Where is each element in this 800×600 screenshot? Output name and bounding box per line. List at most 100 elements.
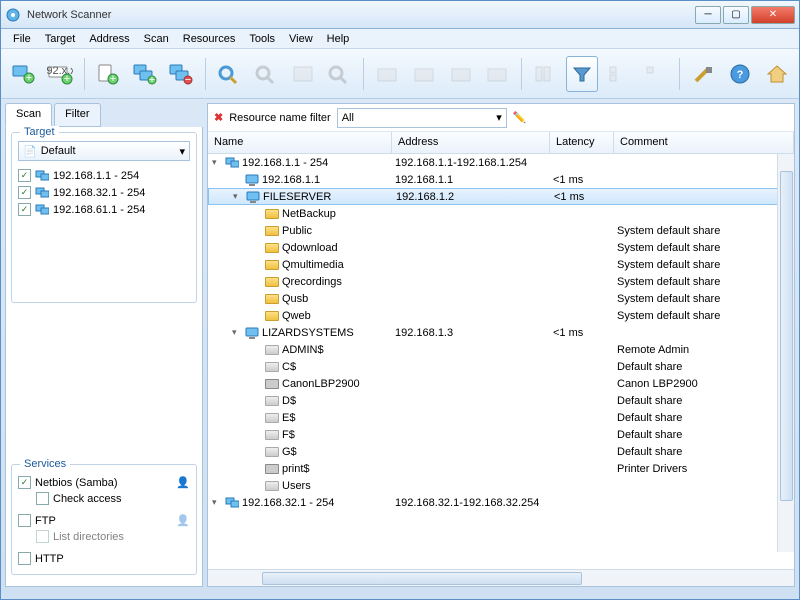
add-computers-button[interactable]: +	[128, 56, 161, 92]
remove-computers-button[interactable]: −	[165, 56, 198, 92]
minimize-button[interactable]: ─	[695, 6, 721, 24]
stop-scan-button[interactable]	[323, 56, 356, 92]
menu-address[interactable]: Address	[83, 31, 135, 47]
tree-row[interactable]: QusbSystem default share	[208, 290, 794, 307]
range-label: 192.168.61.1 - 254	[53, 204, 145, 216]
svg-text:+: +	[148, 74, 154, 85]
menu-resources[interactable]: Resources	[177, 31, 242, 47]
node-comment: Default share	[614, 429, 794, 441]
tree-row[interactable]: QdownloadSystem default share	[208, 239, 794, 256]
node-comment: Printer Drivers	[614, 463, 794, 475]
import-list-button[interactable]: +	[92, 56, 125, 92]
tree-row[interactable]: CanonLBP2900Canon LBP2900	[208, 375, 794, 392]
tree-row[interactable]: ADMIN$Remote Admin	[208, 341, 794, 358]
ftp-checkbox[interactable]	[18, 514, 31, 527]
node-name: print$	[282, 463, 310, 475]
explore-button[interactable]	[408, 56, 441, 92]
tab-scan[interactable]: Scan	[5, 103, 52, 127]
tree-row[interactable]: NetBackup	[208, 205, 794, 222]
add-range-button[interactable]: 192.x.x+	[44, 56, 77, 92]
pause-scan-button[interactable]	[250, 56, 283, 92]
menu-target[interactable]: Target	[39, 31, 82, 47]
tree-row[interactable]: ▾192.168.1.1 - 254192.168.1.1-192.168.1.…	[208, 154, 794, 171]
vertical-scrollbar[interactable]	[777, 154, 794, 552]
tree-row[interactable]: print$ Printer Drivers	[208, 460, 794, 477]
filter-combo[interactable]: All ▾	[337, 108, 507, 128]
mount-button[interactable]	[444, 56, 477, 92]
menu-scan[interactable]: Scan	[138, 31, 175, 47]
add-target-button[interactable]: +	[7, 56, 40, 92]
filter-label: Resource name filter	[229, 112, 331, 124]
ftp-settings-icon[interactable]: 👤	[176, 514, 190, 527]
tab-filter[interactable]: Filter	[54, 103, 100, 127]
netbios-checkbox[interactable]: ✓	[18, 476, 31, 489]
netbios-settings-icon[interactable]: 👤	[176, 476, 190, 489]
tree-row[interactable]: ▾FILESERVER192.168.1.2<1 ms	[208, 188, 794, 205]
expand-button[interactable]	[602, 56, 635, 92]
tree-row[interactable]: Users	[208, 477, 794, 494]
columns-button[interactable]	[529, 56, 562, 92]
target-range-item[interactable]: ✓192.168.1.1 - 254	[18, 167, 190, 184]
tree-row[interactable]: G$Default share	[208, 443, 794, 460]
help-button[interactable]: ?	[724, 56, 757, 92]
node-name: Qusb	[282, 293, 308, 305]
target-group-label: Target	[20, 126, 59, 138]
check-access-checkbox[interactable]	[36, 492, 49, 505]
target-range-item[interactable]: ✓ 192.168.61.1 - 254	[18, 201, 190, 218]
computers-icon	[35, 204, 49, 216]
tree-row[interactable]: E$Default share	[208, 409, 794, 426]
tree-row[interactable]: 192.168.1.1192.168.1.1<1 ms	[208, 171, 794, 188]
tree-row[interactable]: ▾192.168.32.1 - 254192.168.32.1-192.168.…	[208, 494, 794, 511]
expander-icon[interactable]: ▾	[212, 497, 222, 508]
expander-icon[interactable]: ▾	[212, 157, 222, 168]
col-address[interactable]: Address	[392, 132, 550, 153]
rescan-button[interactable]	[286, 56, 319, 92]
tree-row[interactable]: F$ Default share	[208, 426, 794, 443]
target-profile-combo[interactable]: 📄Default ▾	[18, 141, 190, 161]
menu-file[interactable]: File	[7, 31, 37, 47]
node-name: F$	[282, 429, 295, 441]
maximize-button[interactable]: ▢	[723, 6, 749, 24]
tree-row[interactable]: PublicSystem default share	[208, 222, 794, 239]
node-latency: <1 ms	[550, 174, 614, 186]
collapse-button[interactable]	[639, 56, 672, 92]
menu-help[interactable]: Help	[321, 31, 356, 47]
range-checkbox[interactable]: ✓	[18, 186, 31, 199]
menu-view[interactable]: View	[283, 31, 319, 47]
tree-row[interactable]: QwebSystem default share	[208, 307, 794, 324]
range-checkbox[interactable]: ✓	[18, 169, 31, 182]
close-button[interactable]: ✕	[751, 6, 795, 24]
tree-row[interactable]: D$Default share	[208, 392, 794, 409]
list-dirs-checkbox[interactable]	[36, 530, 49, 543]
edit-filter-icon[interactable]: ✏️	[513, 111, 527, 124]
expander-icon[interactable]: ▾	[233, 191, 243, 202]
settings-button[interactable]	[687, 56, 720, 92]
start-scan-button[interactable]	[213, 56, 246, 92]
clear-filter-icon[interactable]: ✖	[214, 111, 223, 124]
range-label: 192.168.32.1 - 254	[53, 187, 145, 199]
menubar: File Target Address Scan Resources Tools…	[1, 29, 799, 49]
col-name[interactable]: Name	[208, 132, 392, 153]
col-latency[interactable]: Latency	[550, 132, 614, 153]
computers-icon	[35, 170, 49, 182]
expander-icon[interactable]: ▾	[232, 327, 242, 338]
filter-button[interactable]	[566, 56, 599, 92]
results-tree[interactable]: ▾192.168.1.1 - 254192.168.1.1-192.168.1.…	[208, 154, 794, 569]
tree-row[interactable]: C$Default share	[208, 358, 794, 375]
unmount-button[interactable]	[481, 56, 514, 92]
node-address: 192.168.1.2	[393, 191, 551, 203]
http-checkbox[interactable]	[18, 552, 31, 565]
tree-row[interactable]: QmultimediaSystem default share	[208, 256, 794, 273]
horizontal-scrollbar[interactable]	[208, 569, 794, 586]
target-combo-icon: 📄	[23, 145, 37, 158]
open-folder-button[interactable]	[371, 56, 404, 92]
tree-row[interactable]: QrecordingsSystem default share	[208, 273, 794, 290]
node-name: G$	[282, 446, 297, 458]
range-checkbox[interactable]: ✓	[18, 203, 31, 216]
home-button[interactable]	[760, 56, 793, 92]
node-name: Public	[282, 225, 312, 237]
target-range-item[interactable]: ✓ 192.168.32.1 - 254	[18, 184, 190, 201]
tree-row[interactable]: ▾LIZARDSYSTEMS192.168.1.3<1 ms	[208, 324, 794, 341]
menu-tools[interactable]: Tools	[243, 31, 281, 47]
col-comment[interactable]: Comment	[614, 132, 794, 153]
